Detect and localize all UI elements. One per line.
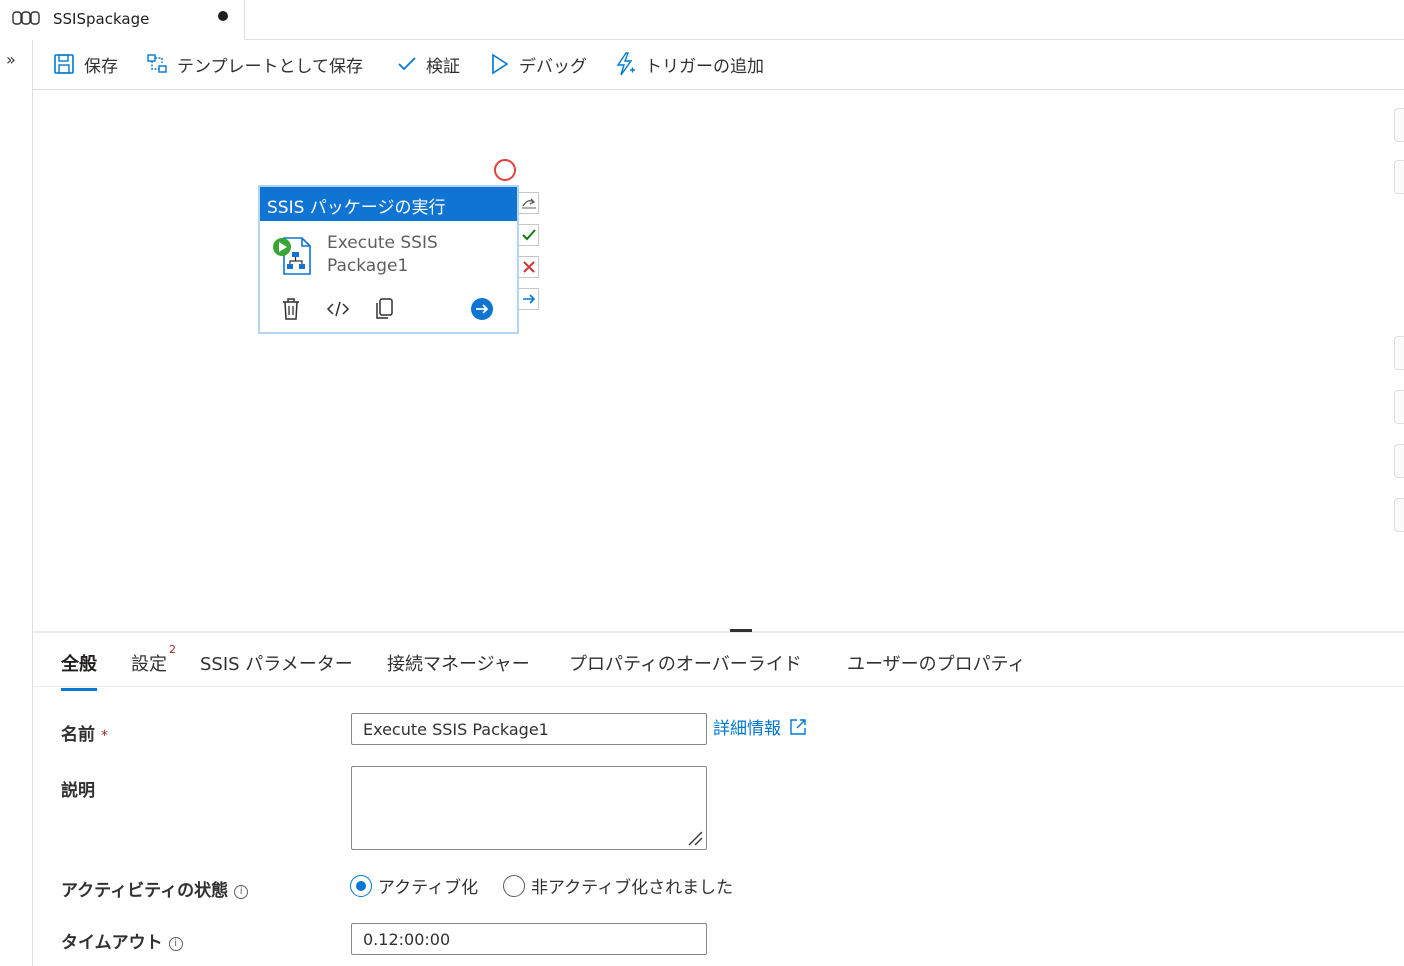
pipeline-icon xyxy=(12,9,40,31)
name-input[interactable] xyxy=(351,713,707,745)
save-label: 保存 xyxy=(84,56,118,77)
save-button[interactable]: 保存 xyxy=(53,51,118,77)
skip-connector[interactable] xyxy=(519,192,539,214)
tab-connection-managers[interactable]: 接続マネージャー xyxy=(387,650,530,676)
completion-connector[interactable] xyxy=(519,288,539,310)
add-trigger-label: トリガーの追加 xyxy=(645,56,764,77)
name-label-text: 名前 xyxy=(61,725,95,745)
tab-property-overrides[interactable]: プロパティのオーバーライド xyxy=(569,650,802,676)
canvas-control[interactable] xyxy=(1394,108,1404,142)
canvas-control[interactable] xyxy=(1394,390,1404,424)
required-marker: * xyxy=(101,728,108,744)
template-icon xyxy=(147,54,167,73)
success-icon xyxy=(521,229,536,241)
add-trigger-button[interactable]: トリガーの追加 xyxy=(614,51,764,77)
description-input[interactable] xyxy=(351,766,707,850)
ssis-package-icon xyxy=(272,234,316,280)
settings-error-badge: 2 xyxy=(169,643,176,656)
resize-handle-icon[interactable] xyxy=(686,829,704,847)
code-icon[interactable] xyxy=(326,297,350,325)
radio-deactivated[interactable]: 非アクティブ化されました xyxy=(503,873,733,898)
completion-icon xyxy=(522,294,535,304)
tab-connection-managers-label: 接続マネージャー xyxy=(387,654,530,675)
learn-more-link[interactable]: 詳細情報 xyxy=(713,714,807,739)
validate-label: 検証 xyxy=(426,56,460,77)
tab-user-properties[interactable]: ユーザーのプロパティ xyxy=(847,650,1026,676)
canvas-control[interactable] xyxy=(1394,160,1404,194)
ssis-activity-card[interactable]: SSIS パッケージの実行 Execute SSIS Package1 xyxy=(258,185,519,334)
info-icon[interactable]: i xyxy=(168,937,183,951)
validation-error-marker[interactable] xyxy=(494,159,516,181)
tab-ssis-parameters-label: SSIS パラメーター xyxy=(200,654,353,675)
unsaved-indicator xyxy=(218,11,228,21)
tab-title: SSISpackage xyxy=(53,10,150,28)
radio-activated[interactable]: アクティブ化 xyxy=(350,873,478,898)
tab-settings[interactable]: 設定2 xyxy=(131,643,176,676)
timeout-label-text: タイムアウト xyxy=(61,933,163,953)
document-tab-bar: SSISpackage xyxy=(0,0,1404,40)
learn-more-label: 詳細情報 xyxy=(713,719,781,739)
tab-ssis-parameters[interactable]: SSIS パラメーター xyxy=(200,650,353,676)
lightning-icon xyxy=(616,52,635,76)
tab-user-properties-label: ユーザーのプロパティ xyxy=(847,654,1026,675)
left-strip: » xyxy=(0,40,33,966)
tab-general[interactable]: 全般 xyxy=(61,650,97,691)
failure-icon xyxy=(522,261,535,273)
pipeline-tab[interactable]: SSISpackage xyxy=(0,0,245,40)
arrow-right-circle-icon[interactable] xyxy=(470,297,494,325)
delete-icon[interactable] xyxy=(280,297,302,325)
tab-settings-label: 設定 xyxy=(131,654,167,675)
activity-state-label: アクティビティの状態 i xyxy=(61,876,249,901)
canvas-control[interactable] xyxy=(1394,444,1404,478)
resize-grip[interactable] xyxy=(730,629,752,632)
tab-general-label: 全般 xyxy=(61,654,97,675)
timeout-label: タイムアウト i xyxy=(61,928,183,953)
toolbar: 保存 テンプレートとして保存 検証 デバッグ トリガーの追加 xyxy=(33,40,1404,90)
name-label: 名前 * xyxy=(61,720,108,745)
skip-icon xyxy=(521,198,536,209)
failure-connector[interactable] xyxy=(519,256,539,278)
canvas-control[interactable] xyxy=(1394,336,1404,370)
activity-actions xyxy=(280,297,500,321)
property-tabs: 全般 設定2 SSIS パラメーター 接続マネージャー プロパティのオーバーライ… xyxy=(33,633,1404,691)
radio-deactivated-label: 非アクティブ化されました xyxy=(531,878,734,898)
timeout-input[interactable] xyxy=(351,923,707,955)
activity-name-line2: Package1 xyxy=(327,256,409,276)
activity-header: SSIS パッケージの実行 xyxy=(260,187,517,221)
activity-name: Execute SSIS Package1 xyxy=(327,232,477,278)
info-icon[interactable]: i xyxy=(234,885,249,899)
activity-state-label-text: アクティビティの状態 xyxy=(61,881,229,901)
check-icon xyxy=(398,57,416,71)
debug-button[interactable]: デバッグ xyxy=(490,51,587,77)
activity-name-line1: Execute SSIS xyxy=(327,233,438,253)
play-icon xyxy=(492,53,509,75)
save-as-template-label: テンプレートとして保存 xyxy=(177,56,363,77)
radio-deactivated-circle xyxy=(503,874,525,897)
pipeline-canvas[interactable]: SSIS パッケージの実行 Execute SSIS Package1 xyxy=(33,90,1404,631)
copy-icon[interactable] xyxy=(373,297,395,325)
description-label: 説明 xyxy=(61,781,95,801)
expand-panel-icon[interactable]: » xyxy=(6,50,16,69)
save-icon xyxy=(54,54,74,74)
tab-property-overrides-label: プロパティのオーバーライド xyxy=(569,654,802,675)
external-link-icon xyxy=(790,718,806,735)
success-connector[interactable] xyxy=(519,224,539,246)
save-as-template-button[interactable]: テンプレートとして保存 xyxy=(146,51,363,77)
canvas-control[interactable] xyxy=(1394,498,1404,532)
radio-activated-label: アクティブ化 xyxy=(378,878,479,898)
validate-button[interactable]: 検証 xyxy=(397,51,460,77)
debug-label: デバッグ xyxy=(519,56,587,77)
radio-activated-circle xyxy=(350,874,372,897)
